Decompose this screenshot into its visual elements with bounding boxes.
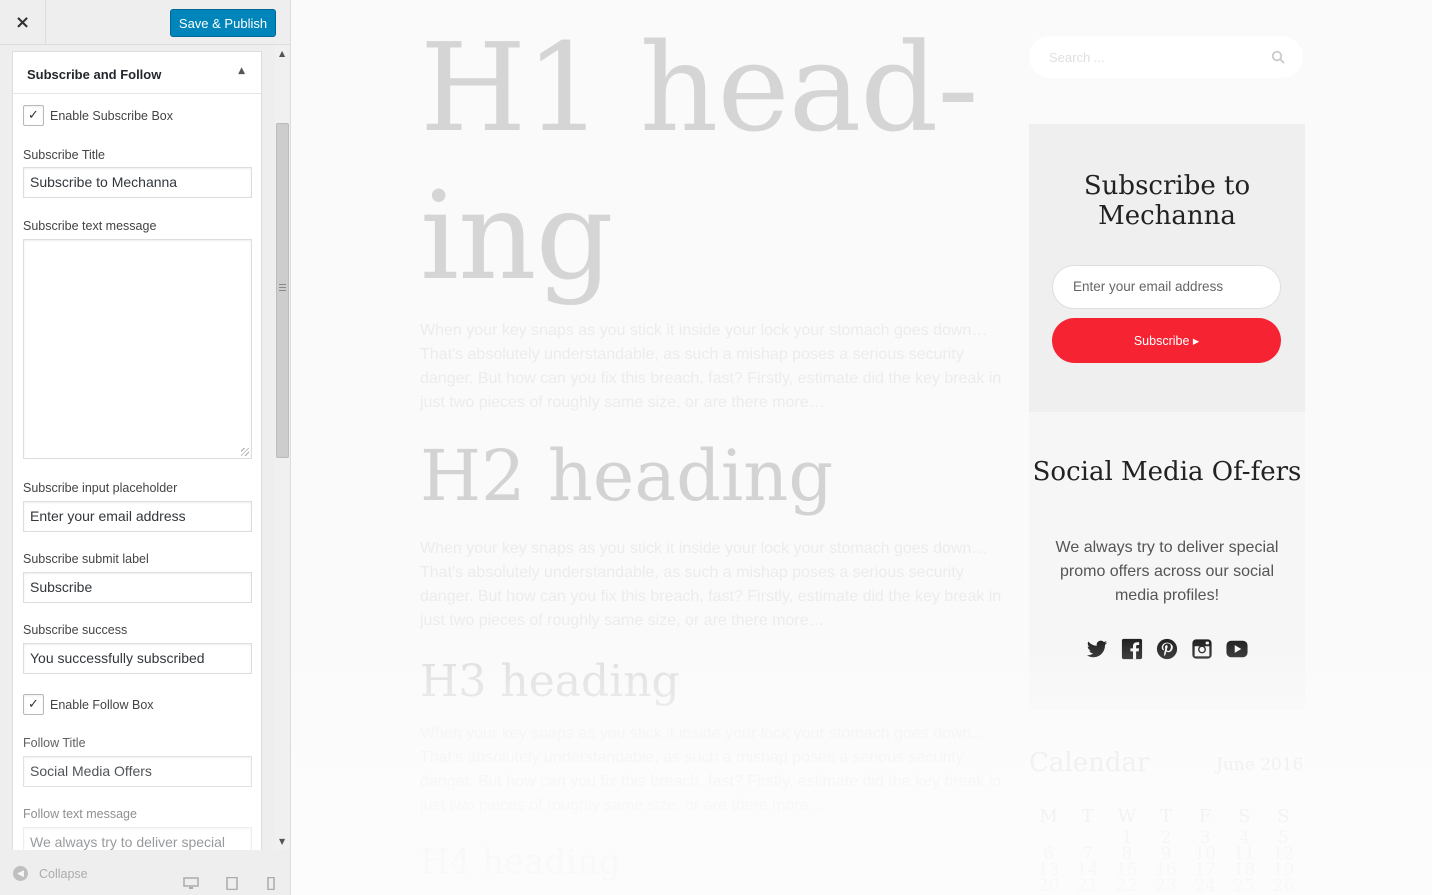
customizer-header: × Save & Publish — [0, 0, 290, 45]
h2-heading: H2 heading — [420, 435, 834, 517]
subscribe-button[interactable]: Subscribe ▸ — [1052, 318, 1281, 363]
paragraph-2: When your key snaps as you stick it insi… — [420, 540, 1002, 629]
section-header-subscribe-follow[interactable]: Subscribe and Follow ▲ — [12, 51, 262, 94]
success-field[interactable]: You successfully subscribed — [23, 643, 252, 674]
mobile-preview-icon[interactable] — [263, 877, 279, 890]
submit-label-label: Subscribe submit label — [23, 552, 149, 566]
calendar-weekday: S — [1238, 806, 1251, 827]
enable-follow-label: Enable Follow Box — [50, 697, 154, 712]
collapse-icon[interactable]: ◀ — [13, 866, 28, 881]
calendar-weekday: T — [1081, 806, 1094, 827]
facebook-icon[interactable] — [1121, 638, 1143, 660]
calendar-grid: M T W T F S S 1 2 3 4 5 6 7 8 9 10 11 12 13 14 15 16 17 18 19 20 21… — [1029, 806, 1303, 895]
calendar-title: Calendar — [1029, 748, 1150, 778]
collapse-arrow-icon[interactable]: ▲ — [238, 66, 245, 76]
youtube-icon[interactable] — [1226, 638, 1248, 660]
customizer-controls: Subscribe and Follow ▲ ✓ Enable Subscrib… — [0, 45, 275, 850]
calendar-month: June 2016 — [1216, 755, 1304, 775]
calendar-day[interactable]: 20 — [1029, 878, 1068, 895]
calendar-weekday: M — [1039, 806, 1058, 827]
resize-grip-icon[interactable] — [241, 448, 249, 456]
enable-follow-row[interactable]: ✓ Enable Follow Box — [23, 694, 154, 715]
section-body: ✓ Enable Subscribe Box Subscribe Title S… — [12, 94, 262, 850]
calendar-day[interactable]: 24 — [1186, 878, 1225, 895]
enable-subscribe-checkbox[interactable]: ✓ — [23, 105, 44, 126]
h3-heading: H3 heading — [420, 656, 680, 707]
enable-subscribe-row[interactable]: ✓ Enable Subscribe Box — [23, 105, 173, 126]
calendar-weekday: F — [1198, 806, 1212, 827]
subscribe-widget: Subscribe to Mechanna Enter your email a… — [1029, 124, 1305, 412]
search-input[interactable]: Search ... — [1029, 36, 1303, 78]
close-icon[interactable]: × — [0, 0, 46, 45]
scrollbar-thumb[interactable] — [276, 123, 289, 458]
instagram-icon[interactable] — [1191, 638, 1213, 660]
controls-scrollbar[interactable]: ▲ ▼ — [275, 45, 290, 850]
social-widget-text: We always try to deliver special promo o… — [1055, 539, 1279, 604]
pinterest-icon[interactable] — [1156, 638, 1178, 660]
collapse-label[interactable]: Collapse — [39, 867, 88, 881]
save-publish-button[interactable]: Save & Publish — [170, 9, 276, 37]
subscribe-title-label: Subscribe Title — [23, 148, 105, 162]
subscribe-widget-title: Subscribe to Mechanna — [1083, 171, 1251, 231]
h4-heading: H4 heading — [420, 842, 621, 882]
placeholder-field[interactable]: Enter your email address — [23, 501, 252, 532]
follow-title-field[interactable]: Social Media Offers — [23, 756, 252, 787]
calendar-day[interactable]: 26 — [1264, 878, 1303, 895]
calendar-day[interactable]: 22 — [1107, 878, 1146, 895]
calendar-day[interactable]: 23 — [1146, 878, 1185, 895]
social-icons — [1029, 638, 1305, 660]
placeholder-label: Subscribe input placeholder — [23, 481, 178, 495]
paragraph-3: When your key snaps as you stick it insi… — [420, 725, 1002, 814]
success-label: Subscribe success — [23, 623, 128, 637]
calendar-weekday: T — [1159, 806, 1172, 827]
h1-heading: H1 head-ing — [420, 17, 979, 307]
subscribe-email-input[interactable]: Enter your email address — [1052, 265, 1281, 309]
calendar-weekday: W — [1117, 806, 1137, 827]
site-preview: H1 head-ing When your key snaps as you s… — [291, 0, 1432, 895]
scrollbar-grip-icon — [279, 284, 286, 293]
search-icon[interactable] — [1271, 50, 1285, 64]
preview-top-fade — [291, 0, 1432, 12]
social-widget: Social Media Of-fers We always try to de… — [1029, 412, 1305, 710]
desktop-preview-icon[interactable] — [183, 877, 199, 890]
social-widget-title: Social Media Of-fers — [1032, 457, 1302, 487]
enable-follow-checkbox[interactable]: ✓ — [23, 694, 44, 715]
subscribe-text-label: Subscribe text message — [23, 219, 157, 233]
customizer-panel: × Save & Publish Subscribe and Follow ▲ … — [0, 0, 291, 895]
subscribe-text-field[interactable] — [23, 239, 252, 459]
follow-text-field[interactable]: We always try to deliver special — [23, 827, 252, 850]
twitter-icon[interactable] — [1086, 638, 1108, 660]
calendar-day[interactable]: 21 — [1068, 878, 1107, 895]
calendar-day[interactable]: 25 — [1225, 878, 1264, 895]
calendar-weekday: S — [1277, 806, 1290, 827]
section-title: Subscribe and Follow — [27, 67, 162, 82]
scroll-down-icon[interactable]: ▼ — [279, 837, 285, 846]
tablet-preview-icon[interactable] — [224, 877, 240, 890]
search-placeholder: Search ... — [1049, 50, 1105, 65]
scroll-up-icon[interactable]: ▲ — [279, 49, 285, 58]
paragraph-1: When your key snaps as you stick it insi… — [420, 322, 1002, 411]
subscribe-title-field[interactable]: Subscribe to Mechanna — [23, 167, 252, 198]
enable-subscribe-label: Enable Subscribe Box — [50, 108, 173, 123]
submit-label-field[interactable]: Subscribe — [23, 572, 252, 603]
customizer-footer: ◀ Collapse — [0, 850, 290, 895]
follow-text-label: Follow text message — [23, 807, 137, 821]
follow-title-label: Follow Title — [23, 736, 86, 750]
